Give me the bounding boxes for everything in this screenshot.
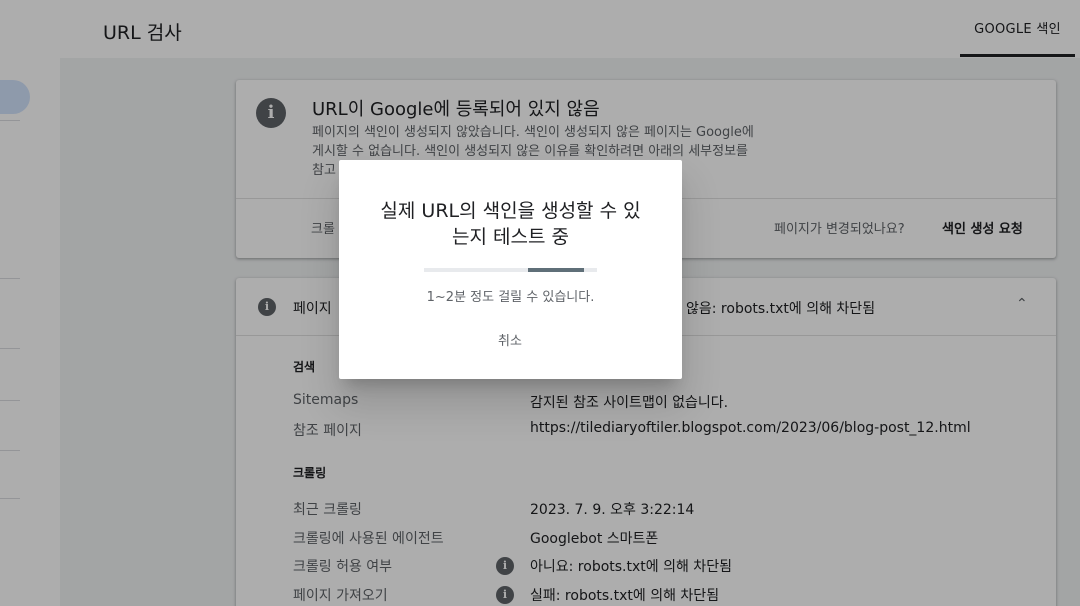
progress-bar [424, 268, 597, 272]
dialog-note: 1~2분 정도 걸릴 수 있습니다. [426, 290, 595, 305]
progress-indicator [528, 268, 584, 272]
cancel-button[interactable]: 취소 [480, 326, 540, 356]
dialog-title-line: 실제 URL의 색인을 생성할 수 있 [380, 200, 641, 222]
dialog-title: 실제 URL의 색인을 생성할 수 있 는지 테스트 중 [359, 198, 662, 250]
dialog-title-line: 는지 테스트 중 [452, 226, 569, 248]
live-test-dialog: 실제 URL의 색인을 생성할 수 있 는지 테스트 중 1~2분 정도 걸릴 … [339, 160, 682, 379]
